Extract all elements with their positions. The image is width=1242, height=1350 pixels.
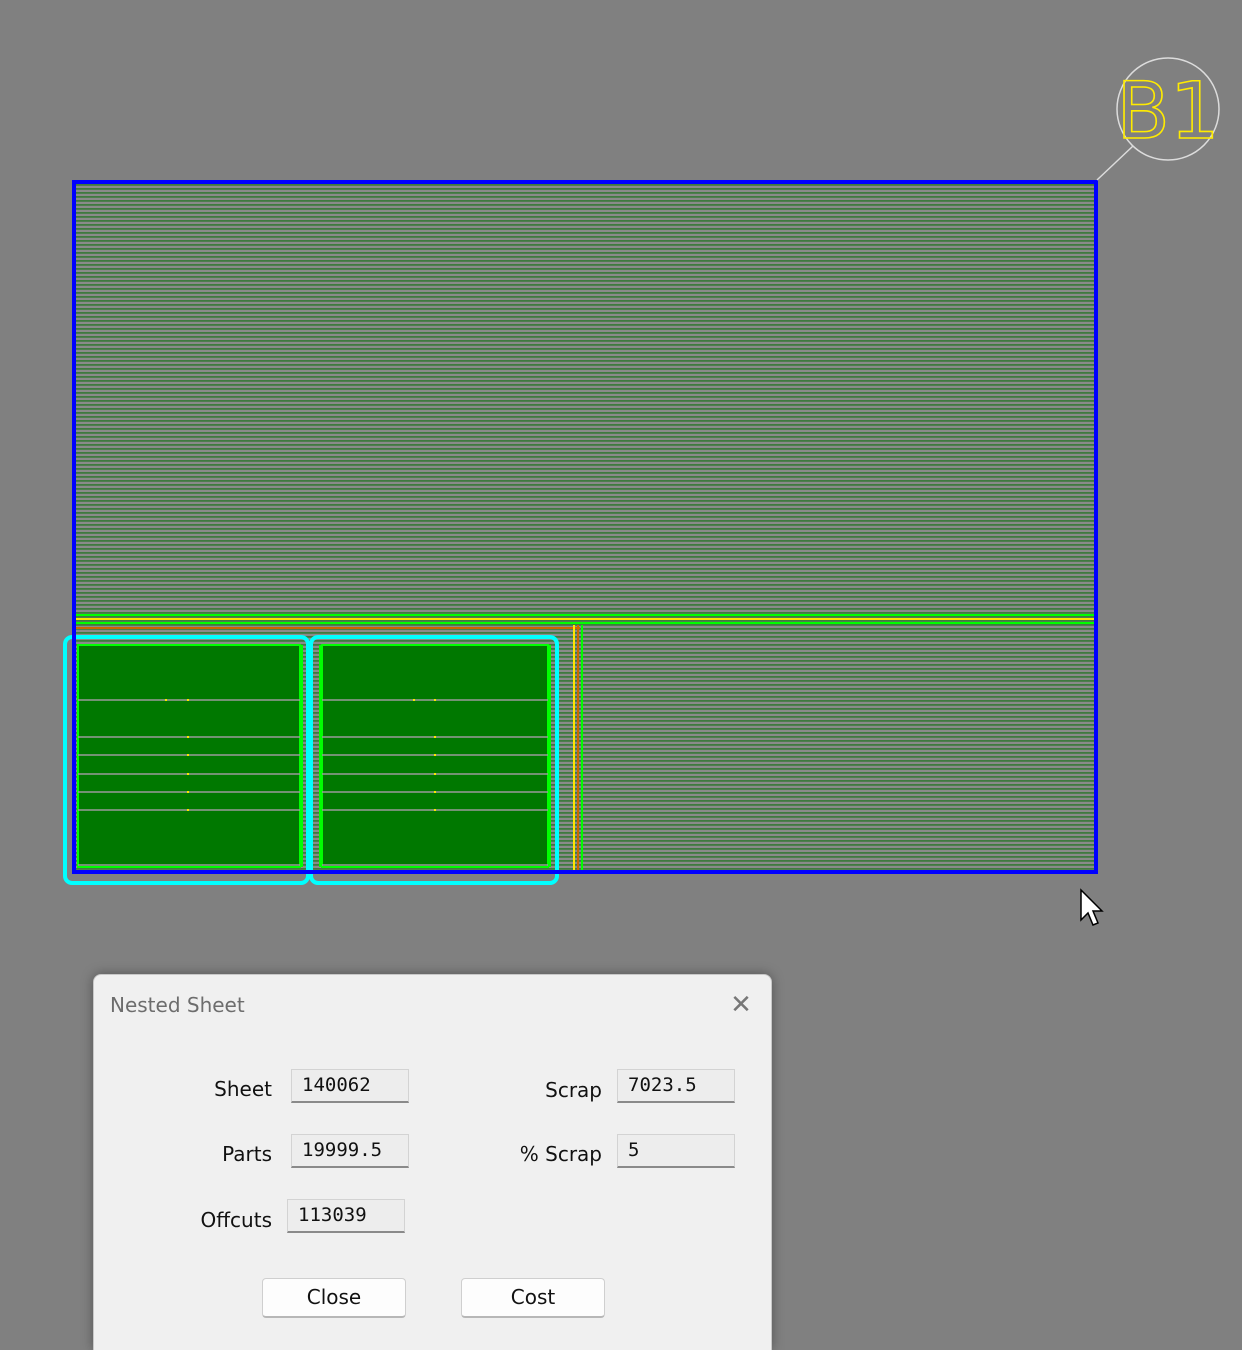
parts-label: Parts [222, 1142, 272, 1166]
close-icon[interactable]: ✕ [726, 989, 756, 1019]
sheet-label: B1 [1116, 67, 1219, 157]
sheet-field[interactable]: 140062 [291, 1069, 409, 1103]
scrap-label: Scrap [545, 1078, 602, 1102]
dialog-title: Nested Sheet [110, 993, 245, 1017]
parts-field[interactable]: 19999.5 [291, 1134, 409, 1168]
close-button[interactable]: Close [262, 1278, 406, 1318]
arrow-cursor-icon [1080, 888, 1104, 926]
pct-scrap-label: % Scrap [519, 1142, 602, 1166]
nested-part-1[interactable] [63, 635, 310, 885]
offcuts-field[interactable]: 113039 [287, 1199, 405, 1233]
pct-scrap-field[interactable]: 5 [617, 1134, 735, 1168]
nested-part-2[interactable] [309, 635, 559, 885]
offcuts-label: Offcuts [200, 1208, 272, 1232]
scrap-field[interactable]: 7023.5 [617, 1069, 735, 1103]
cost-button[interactable]: Cost [461, 1278, 605, 1318]
sheet-label-text: Sheet [214, 1077, 272, 1101]
nested-sheet-dialog: Nested Sheet ✕ Sheet 140062 Parts 19999.… [93, 974, 772, 1350]
